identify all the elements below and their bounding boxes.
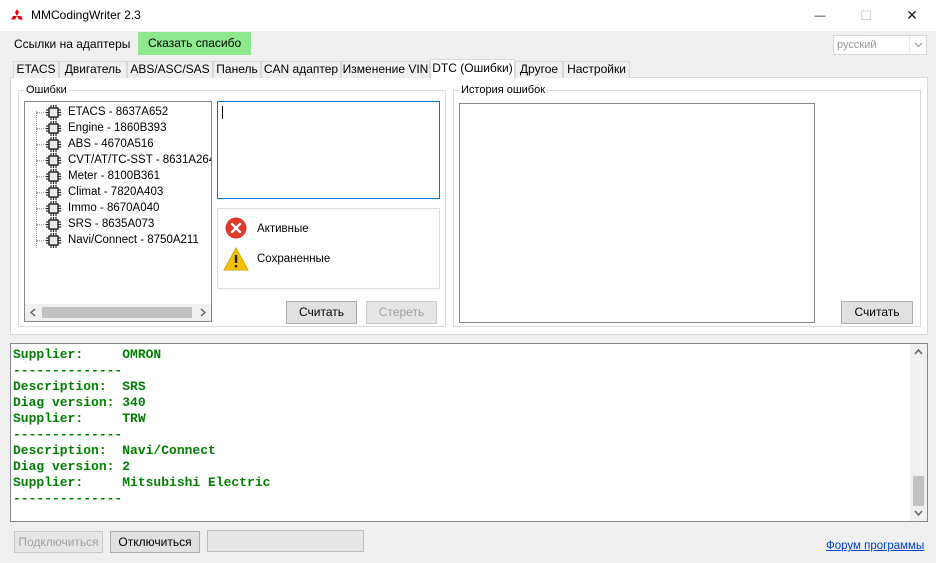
log-line: Description: Navi/Connect bbox=[13, 443, 216, 458]
language-select[interactable]: русский bbox=[833, 35, 927, 55]
minimize-button[interactable]: — bbox=[797, 0, 843, 31]
chip-icon bbox=[46, 169, 61, 184]
tree-node-navi[interactable]: Navi/Connect - 8750A211 bbox=[25, 232, 211, 248]
chip-icon bbox=[46, 153, 61, 168]
status-field bbox=[207, 530, 364, 552]
tree-node-label: ETACS - 8637A652 bbox=[68, 106, 169, 118]
maximize-button[interactable]: ☐ bbox=[843, 0, 889, 31]
tree-node-label: CVT/AT/TC-SST - 8631A264 bbox=[68, 154, 212, 166]
forum-link[interactable]: Форум программы bbox=[826, 540, 924, 552]
tree-node-climat[interactable]: Climat - 7820A403 bbox=[25, 184, 211, 200]
minimize-icon: — bbox=[814, 9, 826, 22]
maximize-icon: ☐ bbox=[860, 7, 872, 23]
legend-active-label: Активные bbox=[257, 223, 309, 235]
history-group-title: История ошибок bbox=[459, 84, 548, 96]
error-circle-icon bbox=[225, 217, 247, 239]
status-legend bbox=[217, 208, 440, 289]
tab-etacs[interactable]: ETACS bbox=[13, 61, 59, 78]
history-list[interactable] bbox=[459, 103, 815, 323]
chip-icon bbox=[46, 185, 61, 200]
log-output[interactable]: Supplier: OMRON -------------- Descripti… bbox=[10, 343, 928, 522]
log-vertical-scrollbar[interactable] bbox=[910, 344, 927, 521]
read-errors-button[interactable]: Считать bbox=[286, 301, 357, 324]
menu-adapter-links[interactable]: Ссылки на адаптеры bbox=[8, 33, 136, 55]
scroll-down-icon[interactable] bbox=[914, 510, 923, 517]
tree-node-cvt[interactable]: CVT/AT/TC-SST - 8631A264 bbox=[25, 152, 211, 168]
chip-icon bbox=[46, 121, 61, 136]
tab-dtc-errors[interactable]: DTC (Ошибки) bbox=[430, 59, 515, 79]
close-window-button[interactable]: ✕ bbox=[889, 0, 935, 31]
error-codes-textarea[interactable] bbox=[217, 101, 440, 199]
chip-icon bbox=[46, 233, 61, 248]
disconnect-button[interactable]: Отключиться bbox=[110, 531, 200, 553]
log-line: Description: SRS bbox=[13, 379, 146, 394]
log-line: Diag version: 340 bbox=[13, 395, 146, 410]
tree-node-label: Engine - 1860B393 bbox=[68, 122, 167, 134]
tab-change-vin[interactable]: Изменение VIN bbox=[341, 61, 430, 78]
tab-settings[interactable]: Настройки bbox=[563, 61, 630, 78]
chevron-down-icon bbox=[909, 36, 926, 54]
tree-node-immo[interactable]: Immo - 8670A040 bbox=[25, 200, 211, 216]
scroll-right-icon[interactable] bbox=[200, 308, 207, 317]
tree-node-label: Climat - 7820A403 bbox=[68, 186, 164, 198]
log-line: -------------- bbox=[13, 427, 123, 442]
tab-can-adapter[interactable]: CAN адаптер bbox=[261, 61, 341, 78]
clear-errors-button[interactable]: Стереть bbox=[366, 301, 437, 324]
tree-node-label: Meter - 8100B361 bbox=[68, 170, 161, 182]
tab-panel[interactable]: Панель bbox=[213, 61, 261, 78]
tree-node-label: SRS - 8635A073 bbox=[68, 218, 155, 230]
tree-node-meter[interactable]: Meter - 8100B361 bbox=[25, 168, 211, 184]
tree-node-etacs[interactable]: ETACS - 8637A652 bbox=[25, 104, 211, 120]
tab-engine[interactable]: Двигатель bbox=[59, 61, 127, 78]
tab-abs-asc-sas[interactable]: ABS/ASC/SAS bbox=[127, 61, 213, 78]
tree-node-label: Navi/Connect - 8750A211 bbox=[68, 234, 199, 246]
tree-node-label: ABS - 4670A516 bbox=[68, 138, 154, 150]
warning-triangle-icon bbox=[223, 246, 249, 271]
language-selected-value: русский bbox=[837, 39, 877, 51]
tab-other[interactable]: Другое bbox=[515, 61, 563, 78]
log-line: Supplier: OMRON bbox=[13, 347, 162, 362]
chip-icon bbox=[46, 201, 61, 216]
chip-icon bbox=[46, 137, 61, 152]
scrollbar-thumb[interactable] bbox=[913, 476, 924, 506]
tree-node-label: Immo - 8670A040 bbox=[68, 202, 160, 214]
chip-icon bbox=[46, 105, 61, 120]
tree-node-engine[interactable]: Engine - 1860B393 bbox=[25, 120, 211, 136]
connect-button[interactable]: Подключиться bbox=[14, 531, 103, 553]
close-icon: ✕ bbox=[906, 7, 918, 23]
tree-node-abs[interactable]: ABS - 4670A516 bbox=[25, 136, 211, 152]
module-tree[interactable]: ETACS - 8637A652 Engine - 1860B393 ABS -… bbox=[24, 101, 212, 322]
chip-icon bbox=[46, 217, 61, 232]
text-caret bbox=[222, 106, 223, 119]
read-history-button[interactable]: Считать bbox=[841, 301, 913, 324]
tree-horizontal-scrollbar[interactable] bbox=[25, 304, 211, 321]
scroll-up-icon[interactable] bbox=[914, 348, 923, 355]
log-line: -------------- bbox=[13, 363, 123, 378]
legend-saved-label: Сохраненные bbox=[257, 253, 331, 265]
log-line: Diag version: 2 bbox=[13, 459, 131, 474]
menu-say-thanks[interactable]: Сказать спасибо bbox=[138, 32, 252, 55]
log-line: -------------- bbox=[13, 491, 123, 506]
window-title: MMCodingWriter 2.3 bbox=[31, 8, 141, 22]
log-line: Supplier: Mitsubishi Electric bbox=[13, 475, 271, 490]
scroll-left-icon[interactable] bbox=[29, 308, 36, 317]
errors-group-title: Ошибки bbox=[24, 84, 69, 96]
log-line: Supplier: TRW bbox=[13, 411, 146, 426]
scrollbar-thumb[interactable] bbox=[42, 307, 192, 318]
tree-node-srs[interactable]: SRS - 8635A073 bbox=[25, 216, 211, 232]
mitsubishi-logo-icon bbox=[9, 9, 25, 23]
